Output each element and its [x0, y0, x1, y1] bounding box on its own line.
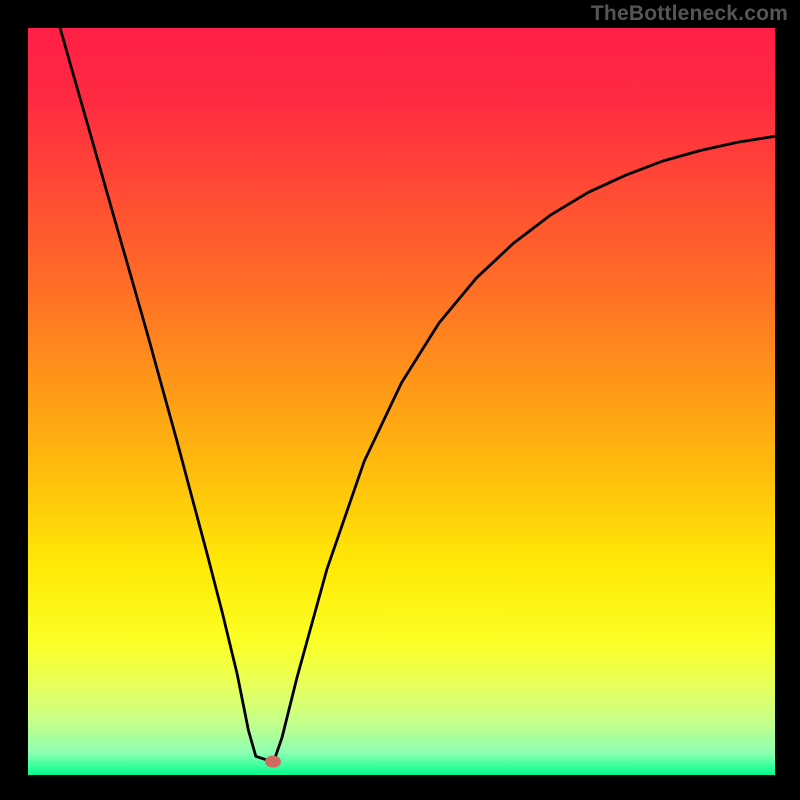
marker-dot	[265, 756, 281, 768]
plot-area	[28, 28, 775, 775]
attribution-text: TheBottleneck.com	[591, 2, 788, 26]
chart-svg	[28, 28, 775, 775]
gradient-background	[28, 28, 775, 775]
chart-frame: TheBottleneck.com	[0, 0, 800, 800]
